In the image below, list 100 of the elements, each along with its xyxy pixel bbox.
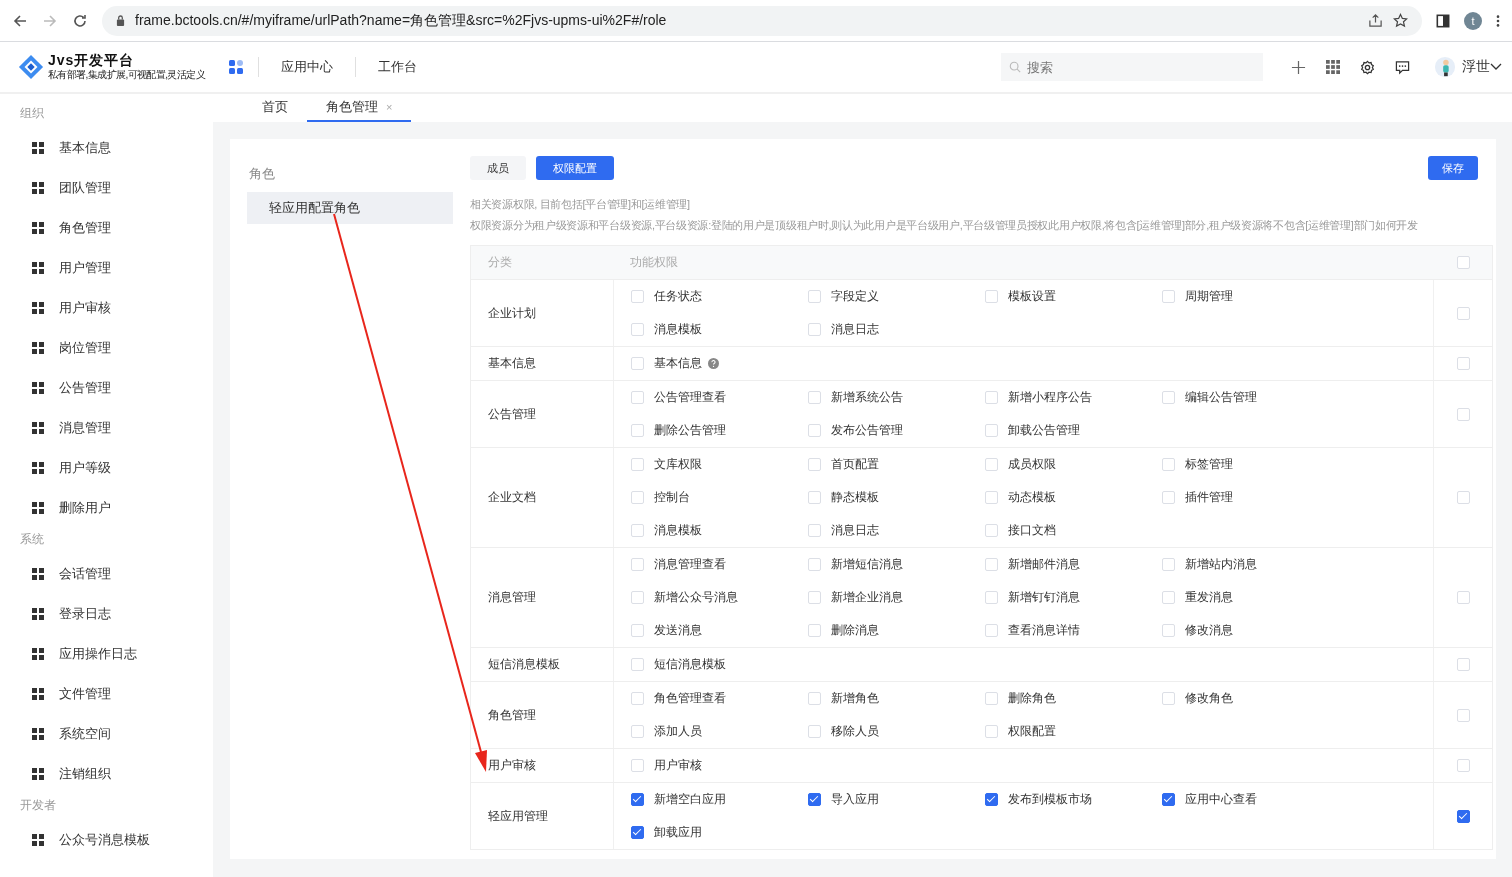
- grid-icon[interactable]: [1326, 60, 1340, 74]
- checkbox-label[interactable]: 角色管理查看: [654, 690, 726, 707]
- checkbox-label[interactable]: 动态模板: [1008, 489, 1056, 506]
- user-avatar[interactable]: [1434, 56, 1456, 78]
- checkbox-label[interactable]: 任务状态: [654, 288, 702, 305]
- checkbox-label[interactable]: 接口文档: [1008, 522, 1056, 539]
- save-button[interactable]: 保存: [1428, 156, 1478, 180]
- sidebar-item[interactable]: 公众号消息模板: [0, 820, 213, 860]
- help-icon[interactable]: [708, 358, 719, 369]
- menu-icon[interactable]: [1496, 13, 1500, 28]
- checkbox[interactable]: [1456, 809, 1470, 823]
- forward-icon[interactable]: [42, 12, 58, 29]
- checkbox-label[interactable]: 控制台: [654, 489, 690, 506]
- checkbox-label[interactable]: 消息日志: [831, 522, 879, 539]
- checkbox-label[interactable]: 发送消息: [654, 622, 702, 639]
- checkbox-label[interactable]: 重发消息: [1185, 589, 1233, 606]
- sidebar-item[interactable]: 删除用户: [0, 488, 213, 528]
- checkbox-label[interactable]: 消息模板: [654, 321, 702, 338]
- checkbox-label[interactable]: 短信消息模板: [654, 656, 726, 673]
- checkbox-label[interactable]: 消息管理查看: [654, 556, 726, 573]
- search-field[interactable]: 搜索: [1001, 53, 1263, 81]
- checkbox-label[interactable]: 周期管理: [1185, 288, 1233, 305]
- toolbar-tab[interactable]: 权限配置: [536, 156, 614, 180]
- checkbox[interactable]: [631, 826, 644, 839]
- address-bar[interactable]: frame.bctools.cn/#/myiframe/urlPath?name=角色管理&src=%2Fjvs-upms-ui%2F#/role: [102, 5, 1422, 36]
- sidebar-item[interactable]: 应用操作日志: [0, 634, 213, 674]
- user-name[interactable]: 浮世: [1462, 58, 1490, 76]
- star-icon[interactable]: [1393, 13, 1408, 28]
- checkbox-label[interactable]: 编辑公告管理: [1185, 389, 1257, 406]
- sidebar-item[interactable]: 基本信息: [0, 128, 213, 168]
- share-icon[interactable]: [1368, 13, 1383, 28]
- checkbox-label[interactable]: 查看消息详情: [1008, 622, 1080, 639]
- checkbox-label[interactable]: 删除公告管理: [654, 422, 726, 439]
- checkbox-label[interactable]: 新增空白应用: [654, 791, 726, 808]
- sidebar-item[interactable]: 用户审核: [0, 288, 213, 328]
- checkbox-label[interactable]: 成员权限: [1008, 456, 1056, 473]
- checkbox-label[interactable]: 删除消息: [831, 622, 879, 639]
- checkbox-label[interactable]: 发布公告管理: [831, 422, 903, 439]
- checkbox[interactable]: [985, 793, 998, 806]
- checkbox-label[interactable]: 消息模板: [654, 522, 702, 539]
- checkbox-label[interactable]: 字段定义: [831, 288, 879, 305]
- checkbox-label[interactable]: 修改角色: [1185, 690, 1233, 707]
- sidebar-item[interactable]: 系统空间: [0, 714, 213, 754]
- checkbox-label[interactable]: 新增邮件消息: [1008, 556, 1080, 573]
- checkbox-label[interactable]: 文库权限: [654, 456, 702, 473]
- checkbox-label[interactable]: 应用中心查看: [1185, 791, 1257, 808]
- caret-icon[interactable]: [1490, 63, 1502, 71]
- nav-link[interactable]: 工作台: [356, 58, 439, 76]
- checkbox-label[interactable]: 删除角色: [1008, 690, 1056, 707]
- apps-icon[interactable]: [228, 59, 244, 75]
- profile-avatar[interactable]: t: [1464, 11, 1482, 30]
- sidebar-item[interactable]: 会话管理: [0, 554, 213, 594]
- role-item[interactable]: 轻应用配置角色: [247, 192, 453, 224]
- sidebar-item[interactable]: 公告管理: [0, 368, 213, 408]
- sidebar-item[interactable]: 团队管理: [0, 168, 213, 208]
- sidebar-item[interactable]: 用户管理: [0, 248, 213, 288]
- checkbox-label[interactable]: 新增站内消息: [1185, 556, 1257, 573]
- sidebar-item[interactable]: 用户等级: [0, 448, 213, 488]
- checkbox-label[interactable]: 用户审核: [654, 757, 702, 774]
- checkbox-label[interactable]: 新增小程序公告: [1008, 389, 1092, 406]
- checkbox-label[interactable]: 新增短信消息: [831, 556, 903, 573]
- back-icon[interactable]: [12, 12, 28, 29]
- sidebar-item[interactable]: 岗位管理: [0, 328, 213, 368]
- checkbox[interactable]: [808, 793, 821, 806]
- checkbox-label[interactable]: 权限配置: [1008, 723, 1056, 740]
- checkbox-label[interactable]: 移除人员: [831, 723, 879, 740]
- checkbox-label[interactable]: 发布到模板市场: [1008, 791, 1092, 808]
- toolbar-tab[interactable]: 成员: [470, 156, 526, 180]
- plus-icon[interactable]: [1291, 59, 1306, 75]
- checkbox-label[interactable]: 消息日志: [831, 321, 879, 338]
- checkbox-label[interactable]: 新增企业消息: [831, 589, 903, 606]
- sidebar-item[interactable]: 注销组织: [0, 754, 213, 794]
- sidebar-item[interactable]: 文件管理: [0, 674, 213, 714]
- checkbox-label[interactable]: 新增系统公告: [831, 389, 903, 406]
- settings-icon[interactable]: [1360, 59, 1375, 75]
- checkbox-label[interactable]: 新增钉钉消息: [1008, 589, 1080, 606]
- sidebar-item[interactable]: 登录日志: [0, 594, 213, 634]
- checkbox-label[interactable]: 首页配置: [831, 456, 879, 473]
- checkbox-label[interactable]: 卸载公告管理: [1008, 422, 1080, 439]
- checkbox-label[interactable]: 模板设置: [1008, 288, 1056, 305]
- page-tab[interactable]: 首页: [243, 94, 307, 122]
- checkbox-label[interactable]: 新增公众号消息: [654, 589, 738, 606]
- checkbox-label[interactable]: 基本信息: [654, 355, 702, 372]
- checkbox-label[interactable]: 导入应用: [831, 791, 879, 808]
- sidebar-item[interactable]: 消息管理: [0, 408, 213, 448]
- checkbox-label[interactable]: 添加人员: [654, 723, 702, 740]
- sidebar-item[interactable]: 角色管理: [0, 208, 213, 248]
- checkbox[interactable]: [1162, 793, 1175, 806]
- sidebar-icon[interactable]: [1436, 13, 1450, 28]
- nav-link[interactable]: 应用中心: [259, 58, 355, 76]
- page-tab[interactable]: 角色管理 ×: [307, 94, 412, 122]
- chat-icon[interactable]: [1395, 59, 1410, 75]
- checkbox-label[interactable]: 插件管理: [1185, 489, 1233, 506]
- checkbox-label[interactable]: 静态模板: [831, 489, 879, 506]
- checkbox-label[interactable]: 新增角色: [831, 690, 879, 707]
- checkbox-label[interactable]: 卸载应用: [654, 824, 702, 841]
- reload-icon[interactable]: [72, 12, 88, 29]
- checkbox-label[interactable]: 修改消息: [1185, 622, 1233, 639]
- checkbox-label[interactable]: 公告管理查看: [654, 389, 726, 406]
- checkbox-label[interactable]: 标签管理: [1185, 456, 1233, 473]
